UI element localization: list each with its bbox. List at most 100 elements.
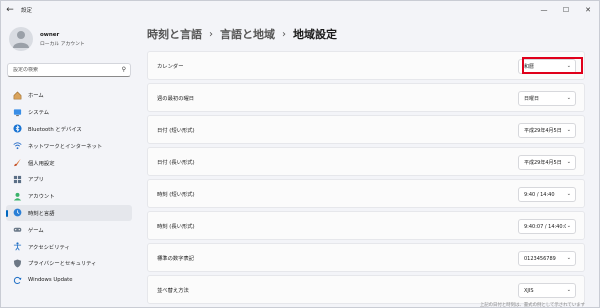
setting-row-sort-order: 並べ替え方法 XJIS ⌄ <box>147 275 585 304</box>
search-input[interactable] <box>13 67 117 73</box>
chevron-down-icon: ⌄ <box>566 223 571 229</box>
sidebar-item-privacy-security[interactable]: プライバシーとセキュリティ <box>6 255 132 272</box>
chevron-down-icon: ⌄ <box>566 287 571 293</box>
chevron-down-icon: ⌄ <box>566 191 571 197</box>
setting-row-calendar: カレンダー 和暦 ⌄ <box>147 51 585 80</box>
sidebar-item-label: ネットワークとインターネット <box>28 143 103 150</box>
dropdown-value: 9:40:07 / 14:40:07 <box>524 223 566 230</box>
profile-name: owner <box>40 31 60 38</box>
accessibility-icon <box>13 242 22 251</box>
setting-label: 時刻 (長い形式) <box>157 223 195 230</box>
sidebar-item-time-language[interactable]: 時刻と言語 <box>6 204 132 222</box>
chevron-down-icon: ⌄ <box>566 255 571 261</box>
app-title: 設定 <box>21 8 33 14</box>
breadcrumb-language-region[interactable]: 言語と地域 <box>220 26 275 42</box>
breadcrumb-separator: › <box>209 28 213 40</box>
sidebar-item-home[interactable]: ホーム <box>6 87 132 104</box>
sidebar-item-system[interactable]: システム <box>6 104 132 121</box>
chevron-down-icon: ⌄ <box>566 127 571 133</box>
sidebar-item-label: 個人用設定 <box>28 160 55 167</box>
sidebar-item-accessibility[interactable]: アクセシビリティ <box>6 238 132 255</box>
short-time-dropdown[interactable]: 9:40 / 14:40 ⌄ <box>518 187 576 202</box>
user-profile[interactable]: owner ローカル アカウント <box>9 27 85 51</box>
breadcrumb-time-language[interactable]: 時刻と言語 <box>147 26 202 42</box>
sidebar-nav: ホーム システム Bluetooth とデバイス ネットワークとインターネット <box>6 87 132 289</box>
time-language-icon <box>13 208 22 217</box>
apps-icon <box>13 175 22 184</box>
dropdown-value: 9:40 / 14:40 <box>524 191 555 198</box>
digits-dropdown[interactable]: 0123456789 ⌄ <box>518 251 576 266</box>
sidebar-item-windows-update[interactable]: Windows Update <box>6 272 132 289</box>
dropdown-value: 和暦 <box>524 64 535 70</box>
window-controls: — ☐ ✕ <box>533 1 599 19</box>
dropdown-value: 平成29年4月5日 <box>524 128 562 134</box>
sidebar-item-gaming[interactable]: ゲーム <box>6 221 132 238</box>
sidebar-item-personalization[interactable]: 個人用設定 <box>6 154 132 171</box>
sidebar-item-label: Windows Update <box>28 277 73 284</box>
sidebar-item-label: システム <box>28 110 50 117</box>
sidebar-item-label: Bluetooth とデバイス <box>28 126 82 133</box>
sidebar-item-label: ホーム <box>28 93 44 100</box>
wifi-icon <box>13 141 22 150</box>
gaming-icon <box>13 225 22 234</box>
sidebar-item-label: プライバシーとセキュリティ <box>28 261 97 268</box>
sidebar: owner ローカル アカウント ⚲ ホーム システム <box>1 19 135 308</box>
setting-label: 週の最初の曜日 <box>157 95 195 102</box>
search-box[interactable]: ⚲ <box>7 63 131 77</box>
calendar-dropdown[interactable]: 和暦 ⌄ <box>518 59 576 74</box>
chevron-down-icon: ⌄ <box>566 95 571 101</box>
sidebar-item-label: 時刻と言語 <box>28 210 55 217</box>
maximize-icon[interactable]: ☐ <box>555 1 577 19</box>
setting-row-short-time: 時刻 (短い形式) 9:40 / 14:40 ⌄ <box>147 179 585 208</box>
bluetooth-icon <box>13 124 22 134</box>
avatar <box>9 27 33 51</box>
footnote: 上記の日付と時刻は、書式の例として示されています <box>479 303 585 308</box>
setting-label: 時刻 (短い形式) <box>157 191 195 198</box>
setting-label: カレンダー <box>157 63 184 70</box>
dropdown-value: 日曜日 <box>524 96 540 102</box>
close-icon[interactable]: ✕ <box>577 1 599 19</box>
home-icon <box>13 91 22 100</box>
sidebar-item-apps[interactable]: アプリ <box>6 171 132 188</box>
setting-row-long-time: 時刻 (長い形式) 9:40:07 / 14:40:07 ⌄ <box>147 211 585 240</box>
sidebar-item-bluetooth[interactable]: Bluetooth とデバイス <box>6 121 132 138</box>
long-time-dropdown[interactable]: 9:40:07 / 14:40:07 ⌄ <box>518 219 576 234</box>
setting-label: 日付 (短い形式) <box>157 127 195 134</box>
profile-account-type: ローカル アカウント <box>40 41 85 47</box>
sidebar-item-label: ゲーム <box>28 227 44 234</box>
setting-row-first-day-of-week: 週の最初の曜日 日曜日 ⌄ <box>147 83 585 112</box>
update-icon <box>13 276 22 285</box>
sidebar-item-network[interactable]: ネットワークとインターネット <box>6 137 132 154</box>
settings-window: ← 設定 — ☐ ✕ owner ローカル アカウント ⚲ <box>0 0 600 308</box>
chevron-down-icon: ⌄ <box>566 63 571 69</box>
sidebar-item-label: アクセシビリティ <box>28 244 70 251</box>
shield-icon <box>13 259 22 268</box>
setting-label: 並べ替え方法 <box>157 287 189 294</box>
setting-row-short-date: 日付 (短い形式) 平成29年4月5日 ⌄ <box>147 115 585 144</box>
setting-row-native-digits: 標準の数字表記 0123456789 ⌄ <box>147 243 585 272</box>
breadcrumb: 時刻と言語 › 言語と地域 › 地域設定 <box>147 25 337 43</box>
dropdown-value: 0123456789 <box>524 255 556 262</box>
account-icon <box>13 192 22 201</box>
user-silhouette-icon <box>13 31 29 48</box>
title-bar: ← 設定 — ☐ ✕ <box>1 1 599 19</box>
sidebar-item-accounts[interactable]: アカウント <box>6 188 132 205</box>
short-date-dropdown[interactable]: 平成29年4月5日 ⌄ <box>518 123 576 138</box>
dropdown-value: 平成29年4月5日 <box>524 160 562 166</box>
system-icon <box>13 108 22 117</box>
first-day-dropdown[interactable]: 日曜日 ⌄ <box>518 91 576 106</box>
sidebar-item-label: アプリ <box>28 177 44 184</box>
chevron-down-icon: ⌄ <box>566 159 571 165</box>
sort-order-dropdown[interactable]: XJIS ⌄ <box>518 283 576 298</box>
page-title: 地域設定 <box>293 28 337 41</box>
setting-label: 日付 (長い形式) <box>157 159 195 166</box>
sidebar-item-label: アカウント <box>28 194 55 201</box>
dropdown-value: XJIS <box>524 287 534 294</box>
breadcrumb-separator: › <box>282 28 286 40</box>
search-icon[interactable]: ⚲ <box>122 66 126 73</box>
setting-row-long-date: 日付 (長い形式) 平成29年4月5日 ⌄ <box>147 147 585 176</box>
back-arrow-icon[interactable]: ← <box>1 1 19 19</box>
setting-label: 標準の数字表記 <box>157 255 195 262</box>
minimize-icon[interactable]: — <box>533 1 555 19</box>
long-date-dropdown[interactable]: 平成29年4月5日 ⌄ <box>518 155 576 170</box>
